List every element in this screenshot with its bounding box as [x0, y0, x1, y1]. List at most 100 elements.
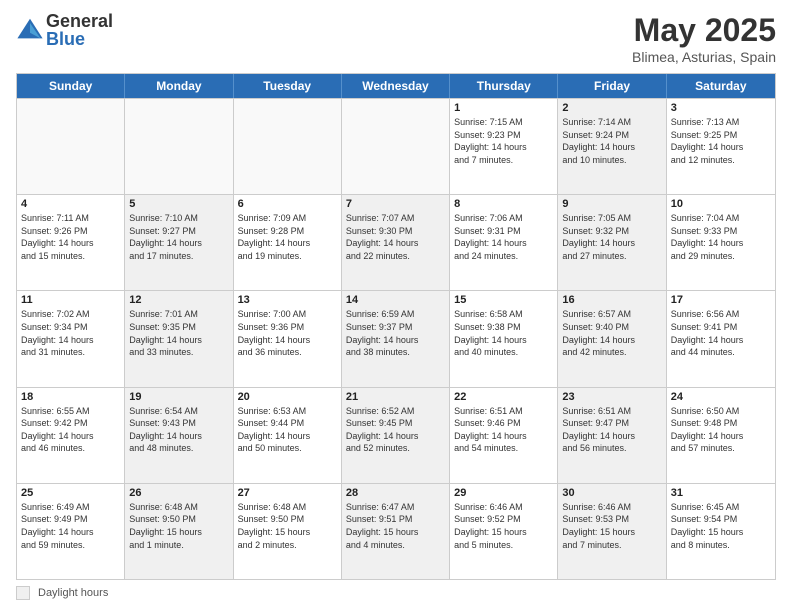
- calendar-body: 1 Sunrise: 7:15 AM Sunset: 9:23 PM Daylig…: [17, 98, 775, 579]
- calendar-row: 18 Sunrise: 6:55 AM Sunset: 9:42 PM Dayli…: [17, 387, 775, 483]
- calendar-cell: 13Sunrise: 7:00 AM Sunset: 9:36 PM Dayli…: [234, 291, 342, 386]
- day-number: 26: [129, 487, 228, 499]
- day-number: 25: [21, 487, 120, 499]
- calendar-row: 1 Sunrise: 7:15 AM Sunset: 9:23 PM Daylig…: [17, 98, 775, 194]
- calendar-header-cell: Saturday: [667, 74, 775, 98]
- calendar-cell: 31 Sunrise: 6:45 AM Sunset: 9:54 PM Dayli…: [667, 484, 775, 579]
- day-info: Sunrise: 6:51 AM Sunset: 9:46 PM Dayligh…: [454, 405, 553, 455]
- day-number: 29: [454, 487, 553, 499]
- day-number: 7: [346, 198, 445, 210]
- calendar-cell: 1 Sunrise: 7:15 AM Sunset: 9:23 PM Daylig…: [450, 99, 558, 194]
- day-number: 4: [21, 198, 120, 210]
- calendar-header-cell: Wednesday: [342, 74, 450, 98]
- calendar-cell: 11 Sunrise: 7:02 AM Sunset: 9:34 PM Dayli…: [17, 291, 125, 386]
- calendar-cell: 16Sunrise: 6:57 AM Sunset: 9:40 PM Dayli…: [558, 291, 666, 386]
- day-info: Sunrise: 6:53 AM Sunset: 9:44 PM Dayligh…: [238, 405, 337, 455]
- calendar-header-cell: Monday: [125, 74, 233, 98]
- calendar-cell: 17 Sunrise: 6:56 AM Sunset: 9:41 PM Dayli…: [667, 291, 775, 386]
- header: General Blue May 2025 Blimea, Asturias, …: [16, 12, 776, 65]
- day-number: 3: [671, 102, 771, 114]
- calendar-cell: 29Sunrise: 6:46 AM Sunset: 9:52 PM Dayli…: [450, 484, 558, 579]
- calendar-cell: 15 Sunrise: 6:58 AM Sunset: 9:38 PM Dayli…: [450, 291, 558, 386]
- day-info: Sunrise: 7:15 AM Sunset: 9:23 PM Dayligh…: [454, 116, 553, 166]
- day-number: 20: [238, 391, 337, 403]
- title-month: May 2025: [632, 12, 776, 49]
- day-number: 28: [346, 487, 445, 499]
- calendar-cell: 12 Sunrise: 7:01 AM Sunset: 9:35 PM Dayli…: [125, 291, 233, 386]
- day-number: 11: [21, 294, 120, 306]
- legend-box: [16, 586, 30, 600]
- calendar-cell: 27 Sunrise: 6:48 AM Sunset: 9:50 PM Dayli…: [234, 484, 342, 579]
- calendar-header-cell: Thursday: [450, 74, 558, 98]
- day-info: Sunrise: 6:56 AM Sunset: 9:41 PM Dayligh…: [671, 308, 771, 358]
- legend: Daylight hours: [16, 586, 776, 600]
- calendar-cell: 25 Sunrise: 6:49 AM Sunset: 9:49 PM Dayli…: [17, 484, 125, 579]
- calendar-cell: [234, 99, 342, 194]
- day-info: Sunrise: 6:45 AM Sunset: 9:54 PM Dayligh…: [671, 501, 771, 551]
- logo-icon: [16, 16, 44, 44]
- day-number: 18: [21, 391, 120, 403]
- calendar-cell: 24Sunrise: 6:50 AM Sunset: 9:48 PM Dayli…: [667, 388, 775, 483]
- calendar-cell: [125, 99, 233, 194]
- calendar-row: 4 Sunrise: 7:11 AM Sunset: 9:26 PM Daylig…: [17, 194, 775, 290]
- calendar-cell: 2Sunrise: 7:14 AM Sunset: 9:24 PM Daylig…: [558, 99, 666, 194]
- day-number: 1: [454, 102, 553, 114]
- day-info: Sunrise: 6:55 AM Sunset: 9:42 PM Dayligh…: [21, 405, 120, 455]
- day-info: Sunrise: 7:13 AM Sunset: 9:25 PM Dayligh…: [671, 116, 771, 166]
- calendar-cell: 5 Sunrise: 7:10 AM Sunset: 9:27 PM Daylig…: [125, 195, 233, 290]
- calendar-cell: 26Sunrise: 6:48 AM Sunset: 9:50 PM Dayli…: [125, 484, 233, 579]
- calendar-header: SundayMondayTuesdayWednesdayThursdayFrid…: [17, 74, 775, 98]
- day-info: Sunrise: 7:11 AM Sunset: 9:26 PM Dayligh…: [21, 212, 120, 262]
- calendar-cell: 23Sunrise: 6:51 AM Sunset: 9:47 PM Dayli…: [558, 388, 666, 483]
- calendar-cell: 9Sunrise: 7:05 AM Sunset: 9:32 PM Daylig…: [558, 195, 666, 290]
- day-number: 16: [562, 294, 661, 306]
- day-number: 15: [454, 294, 553, 306]
- day-info: Sunrise: 7:01 AM Sunset: 9:35 PM Dayligh…: [129, 308, 228, 358]
- day-info: Sunrise: 6:50 AM Sunset: 9:48 PM Dayligh…: [671, 405, 771, 455]
- day-info: Sunrise: 7:02 AM Sunset: 9:34 PM Dayligh…: [21, 308, 120, 358]
- day-info: Sunrise: 6:46 AM Sunset: 9:53 PM Dayligh…: [562, 501, 661, 551]
- logo-general: General: [46, 12, 113, 30]
- calendar-cell: 3 Sunrise: 7:13 AM Sunset: 9:25 PM Daylig…: [667, 99, 775, 194]
- title-location: Blimea, Asturias, Spain: [632, 49, 776, 65]
- day-number: 13: [238, 294, 337, 306]
- calendar-cell: 28 Sunrise: 6:47 AM Sunset: 9:51 PM Dayli…: [342, 484, 450, 579]
- day-number: 2: [562, 102, 661, 114]
- calendar-cell: 30Sunrise: 6:46 AM Sunset: 9:53 PM Dayli…: [558, 484, 666, 579]
- calendar-cell: 7Sunrise: 7:07 AM Sunset: 9:30 PM Daylig…: [342, 195, 450, 290]
- calendar-cell: 21Sunrise: 6:52 AM Sunset: 9:45 PM Dayli…: [342, 388, 450, 483]
- calendar-cell: [342, 99, 450, 194]
- calendar-cell: 4 Sunrise: 7:11 AM Sunset: 9:26 PM Daylig…: [17, 195, 125, 290]
- day-number: 22: [454, 391, 553, 403]
- day-number: 14: [346, 294, 445, 306]
- day-number: 27: [238, 487, 337, 499]
- day-info: Sunrise: 6:49 AM Sunset: 9:49 PM Dayligh…: [21, 501, 120, 551]
- day-number: 31: [671, 487, 771, 499]
- day-info: Sunrise: 7:06 AM Sunset: 9:31 PM Dayligh…: [454, 212, 553, 262]
- day-number: 10: [671, 198, 771, 210]
- day-number: 17: [671, 294, 771, 306]
- day-info: Sunrise: 7:10 AM Sunset: 9:27 PM Dayligh…: [129, 212, 228, 262]
- calendar: SundayMondayTuesdayWednesdayThursdayFrid…: [16, 73, 776, 580]
- calendar-cell: 8Sunrise: 7:06 AM Sunset: 9:31 PM Daylig…: [450, 195, 558, 290]
- calendar-header-cell: Sunday: [17, 74, 125, 98]
- legend-label: Daylight hours: [38, 587, 108, 599]
- logo: General Blue: [16, 12, 113, 48]
- day-info: Sunrise: 6:54 AM Sunset: 9:43 PM Dayligh…: [129, 405, 228, 455]
- day-info: Sunrise: 6:51 AM Sunset: 9:47 PM Dayligh…: [562, 405, 661, 455]
- day-info: Sunrise: 6:59 AM Sunset: 9:37 PM Dayligh…: [346, 308, 445, 358]
- calendar-header-cell: Friday: [558, 74, 666, 98]
- calendar-row: 11 Sunrise: 7:02 AM Sunset: 9:34 PM Dayli…: [17, 290, 775, 386]
- day-number: 12: [129, 294, 228, 306]
- title-block: May 2025 Blimea, Asturias, Spain: [632, 12, 776, 65]
- day-number: 9: [562, 198, 661, 210]
- day-info: Sunrise: 6:47 AM Sunset: 9:51 PM Dayligh…: [346, 501, 445, 551]
- calendar-cell: 18 Sunrise: 6:55 AM Sunset: 9:42 PM Dayli…: [17, 388, 125, 483]
- day-info: Sunrise: 6:58 AM Sunset: 9:38 PM Dayligh…: [454, 308, 553, 358]
- calendar-cell: 19 Sunrise: 6:54 AM Sunset: 9:43 PM Dayli…: [125, 388, 233, 483]
- day-info: Sunrise: 6:48 AM Sunset: 9:50 PM Dayligh…: [238, 501, 337, 551]
- day-number: 6: [238, 198, 337, 210]
- calendar-cell: 10Sunrise: 7:04 AM Sunset: 9:33 PM Dayli…: [667, 195, 775, 290]
- day-number: 19: [129, 391, 228, 403]
- day-number: 5: [129, 198, 228, 210]
